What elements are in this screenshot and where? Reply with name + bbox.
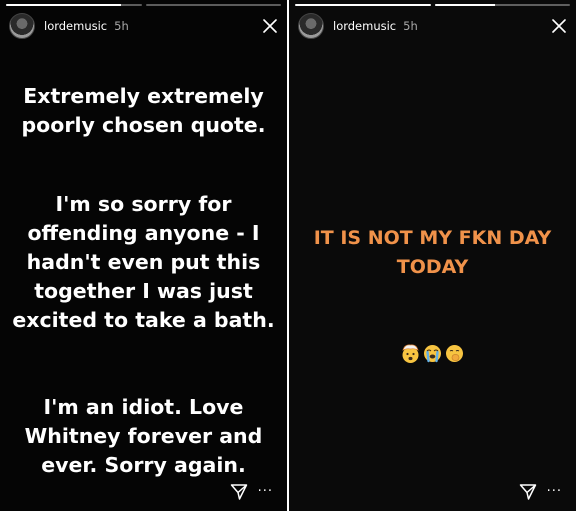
close-button[interactable]	[261, 17, 279, 35]
loudly-crying-face-icon	[424, 345, 441, 363]
story-progress-bar	[6, 4, 281, 6]
story-footer: ···	[519, 483, 562, 501]
progress-segment-2	[434, 4, 570, 6]
story-header: lordemusic 5h	[298, 12, 568, 40]
send-icon[interactable]	[230, 483, 248, 501]
text-line: I'm an idiot. Love	[43, 395, 244, 419]
text-line: ever. Sorry again.	[41, 453, 246, 477]
close-icon	[552, 19, 566, 33]
story-headline: IT IS NOT MY FKN DAY TODAY	[289, 224, 576, 282]
progress-segment-1	[295, 4, 431, 6]
text-line: Extremely extremely	[23, 84, 264, 108]
headline-line: TODAY	[396, 256, 469, 278]
text-line: hadn't even put this	[26, 250, 261, 274]
exploding-head-emoji-icon	[402, 344, 419, 363]
text-line: together I was just	[34, 279, 253, 303]
more-options-button[interactable]: ···	[547, 485, 562, 498]
text-line: Whitney forever and	[24, 424, 263, 448]
post-time: 5h	[114, 19, 129, 33]
close-button[interactable]	[550, 17, 568, 35]
hand-over-mouth-icon	[446, 345, 463, 362]
text-line: I'm so sorry for	[55, 192, 232, 216]
avatar[interactable]	[298, 13, 324, 39]
close-icon	[263, 19, 277, 33]
headline-line: IT IS NOT MY FKN DAY	[313, 227, 552, 249]
more-options-button[interactable]: ···	[258, 485, 273, 498]
story-progress-bar	[295, 4, 570, 6]
text-line: poorly chosen quote.	[21, 113, 266, 137]
story-footer: ···	[230, 483, 273, 501]
username[interactable]: lordemusic	[44, 19, 107, 33]
post-time: 5h	[403, 19, 418, 33]
progress-segment-2	[145, 4, 281, 6]
send-icon[interactable]	[519, 483, 537, 501]
text-line: offending anyone - I	[27, 221, 260, 245]
story-header: lordemusic 5h	[9, 12, 279, 40]
text-line: excited to take a bath.	[12, 308, 275, 332]
story-panel-left[interactable]: lordemusic 5h Extremely extremely poorly…	[0, 0, 287, 511]
story-text-paragraph-2: I'm so sorry for offending anyone - I ha…	[0, 190, 287, 335]
progress-segment-1	[6, 4, 142, 6]
username[interactable]: lordemusic	[333, 19, 396, 33]
story-text-paragraph-1: Extremely extremely poorly chosen quote.	[0, 82, 287, 140]
story-panel-right[interactable]: lordemusic 5h IT IS NOT MY FKN DAY TODAY	[289, 0, 576, 511]
story-text-paragraph-3: I'm an idiot. Love Whitney forever and e…	[0, 393, 287, 480]
avatar[interactable]	[9, 13, 35, 39]
emoji-row	[289, 343, 576, 364]
